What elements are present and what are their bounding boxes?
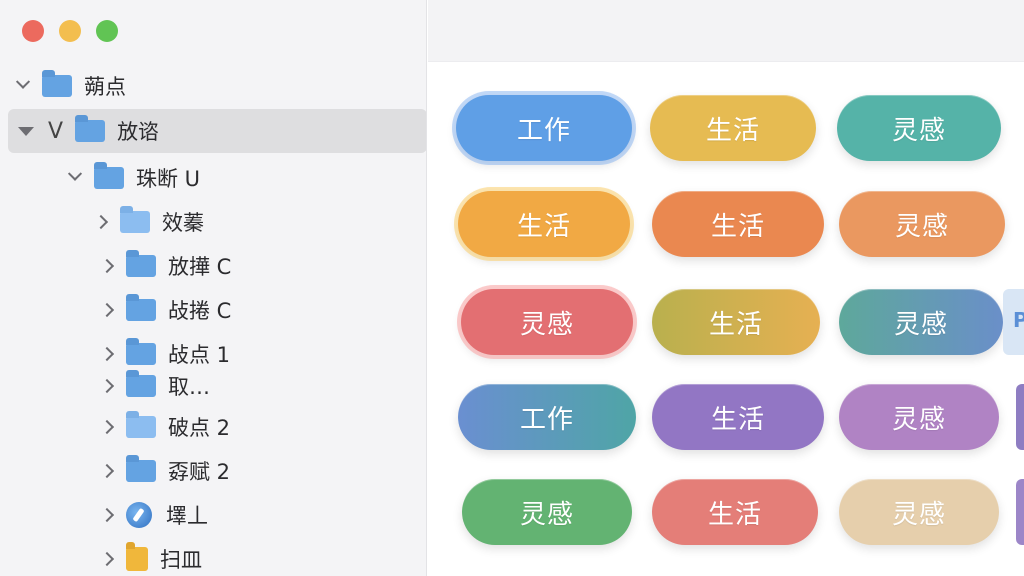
tag-chip[interactable]: 生活	[652, 479, 818, 545]
tag-label: 灵感	[519, 309, 574, 340]
folder-icon	[126, 411, 156, 438]
chevron-right-icon[interactable]	[99, 507, 115, 523]
sidebar-item-label: 珠断 U	[136, 167, 201, 191]
zoom-button[interactable]	[96, 20, 118, 42]
sidebar-item-label: 放谘	[117, 120, 160, 144]
sidebar: 蒴点 V 放谘 珠断 U 效蓁 放撶 C 敁捲 C 敁点 1 取… 破点 2 孬…	[0, 0, 427, 576]
folder-icon	[126, 370, 156, 397]
sidebar-item[interactable]: 墿丄	[8, 493, 426, 537]
tag-chip[interactable]: 生活	[650, 95, 816, 161]
chevron-right-icon[interactable]	[99, 378, 115, 394]
chevron-right-icon[interactable]	[99, 346, 115, 362]
chevron-right-icon[interactable]	[99, 463, 115, 479]
chevron-right-icon[interactable]	[99, 551, 115, 567]
tag-chip[interactable]: 工作	[458, 384, 636, 450]
window-controls	[22, 20, 118, 42]
sidebar-item-label: 效蓁	[162, 211, 204, 235]
tag-label: 工作	[519, 404, 574, 435]
folder-icon	[126, 250, 156, 277]
chevron-right-icon[interactable]	[99, 258, 115, 274]
tag-label: 灵感	[894, 211, 949, 242]
edge-tag-partial[interactable]	[1016, 384, 1024, 450]
close-button[interactable]	[22, 20, 44, 42]
sidebar-item[interactable]: 蒴点	[8, 64, 426, 108]
chevron-down-icon[interactable]	[15, 74, 31, 89]
tag-label: 灵感	[891, 499, 946, 530]
tag-chip[interactable]: 灵感	[839, 191, 1005, 257]
tag-chip[interactable]: 灵感	[837, 95, 1001, 161]
tag-label: 灵感	[893, 309, 948, 340]
tag-label: 灵感	[891, 404, 946, 435]
sidebar-item-label: 蒴点	[84, 75, 126, 99]
tag-chip[interactable]: 灵感	[461, 289, 633, 355]
sidebar-item-selected[interactable]: V 放谘	[8, 109, 426, 153]
sidebar-item-label: 取…	[168, 375, 210, 399]
chevron-right-icon[interactable]	[99, 302, 115, 318]
tag-chip[interactable]: 生活	[652, 384, 824, 450]
chevron-right-icon[interactable]	[93, 214, 109, 230]
sidebar-item-label: 扫皿	[160, 548, 202, 572]
folder-icon	[75, 115, 106, 142]
sidebar-item-marker: V	[48, 118, 64, 144]
tag-chip[interactable]: 灵感	[839, 479, 999, 545]
tag-label: 生活	[708, 309, 763, 340]
tag-chip[interactable]: 灵感	[462, 479, 632, 545]
tag-chip[interactable]: 灵感	[839, 384, 999, 450]
sidebar-item-label: 孬赋 2	[168, 460, 231, 484]
toolbar	[428, 0, 1024, 62]
sidebar-item[interactable]: 破点 2	[8, 405, 426, 449]
folder-icon	[94, 162, 124, 189]
folder-icon	[126, 294, 156, 321]
tag-chip[interactable]: 生活	[652, 191, 824, 257]
sidebar-item[interactable]: 珠断 U	[8, 156, 426, 200]
tag-chip[interactable]: 灵感	[839, 289, 1003, 355]
tag-label: 灵感	[891, 115, 946, 146]
sidebar-item-label: 放撶 C	[168, 255, 232, 279]
edge-tag-letter: P	[1013, 308, 1024, 332]
chevron-down-icon[interactable]	[67, 166, 83, 181]
sidebar-item[interactable]: 扫皿	[8, 537, 426, 576]
tag-label: 生活	[705, 115, 760, 146]
sidebar-item[interactable]: 取…	[8, 364, 426, 408]
app-window: 蒴点 V 放谘 珠断 U 效蓁 放撶 C 敁捲 C 敁点 1 取… 破点 2 孬…	[0, 0, 1024, 576]
compass-icon	[126, 502, 152, 528]
tag-label: 生活	[710, 404, 765, 435]
edge-tag-partial[interactable]	[1016, 479, 1024, 545]
tag-label: 灵感	[519, 499, 574, 530]
folder-icon	[42, 70, 72, 97]
tag-panel: 工作 生活 灵感 生活 生活 灵感 灵感 生活 灵感 P 工作 生活 灵感 灵感…	[428, 0, 1024, 576]
tag-label: 工作	[516, 115, 571, 146]
sidebar-item[interactable]: 孬赋 2	[8, 449, 426, 493]
folder-icon	[126, 338, 156, 365]
tag-label: 生活	[516, 211, 571, 242]
tag-chip[interactable]: 生活	[458, 191, 630, 257]
folder-icon	[120, 206, 150, 233]
tag-label: 生活	[707, 499, 762, 530]
folder-icon	[126, 542, 148, 571]
sidebar-item-label: 墿丄	[166, 504, 208, 528]
sidebar-item[interactable]: 敁捲 C	[8, 288, 426, 332]
sidebar-item-label: 敁捲 C	[168, 299, 232, 323]
disclosure-triangle-icon[interactable]	[18, 126, 34, 136]
tag-label: 生活	[710, 211, 765, 242]
tag-chip[interactable]: 工作	[456, 95, 632, 161]
sidebar-item[interactable]: 放撶 C	[8, 244, 426, 288]
folder-icon	[126, 455, 156, 482]
sidebar-item[interactable]: 效蓁	[8, 200, 426, 244]
sidebar-item-label: 破点 2	[168, 416, 231, 440]
tag-chip[interactable]: 生活	[652, 289, 820, 355]
chevron-right-icon[interactable]	[99, 419, 115, 435]
minimize-button[interactable]	[59, 20, 81, 42]
